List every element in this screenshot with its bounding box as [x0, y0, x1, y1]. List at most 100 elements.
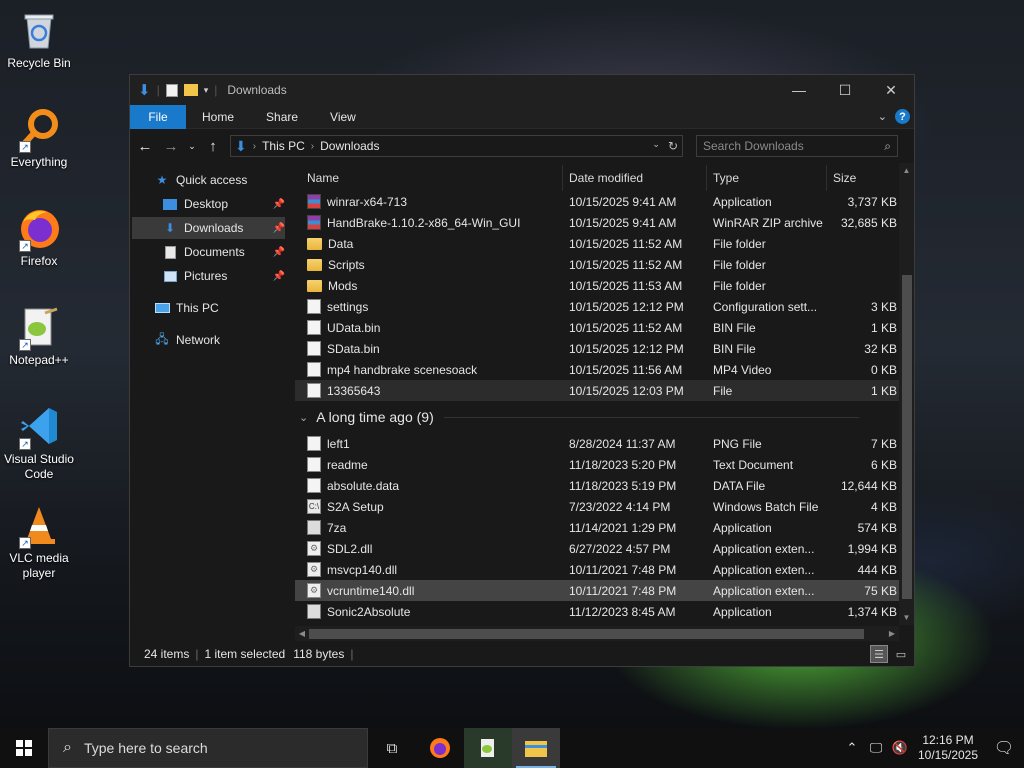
search-input[interactable]: Search Downloads [703, 139, 804, 153]
column-size[interactable]: Size [827, 165, 899, 191]
file-name-cell[interactable]: 7za [307, 517, 561, 538]
taskbar-search-input[interactable]: Type here to search [84, 740, 208, 756]
file-row[interactable]: Data 10/15/2025 11:52 AM File folder [295, 233, 899, 254]
refresh-icon[interactable]: ↻ [668, 139, 678, 153]
scroll-thumb[interactable] [902, 275, 912, 599]
file-row[interactable]: settings 10/15/2025 12:12 PM Configuration… [295, 296, 899, 317]
file-row[interactable]: Sonic2Absolute 11/12/2023 8:45 AM Applicat… [295, 601, 899, 622]
column-date-modified[interactable]: Date modified [563, 165, 707, 191]
start-button[interactable] [0, 728, 48, 768]
taskbar-search-box[interactable]: ⌕ Type here to search [48, 728, 368, 768]
tab-view[interactable]: View [314, 105, 372, 129]
scroll-down-arrow-icon[interactable]: ▼ [899, 610, 914, 625]
file-name-cell[interactable]: settings [307, 296, 561, 317]
notifications-icon[interactable]: 🗨 [984, 738, 1024, 758]
tab-home[interactable]: Home [186, 105, 250, 129]
nav-downloads[interactable]: ⬇ Downloads 📌 [132, 217, 285, 239]
file-name-cell[interactable]: 13365643 [307, 380, 561, 401]
file-name-cell[interactable]: UData.bin [307, 317, 561, 338]
details-view-icon[interactable]: ☰ [870, 645, 888, 663]
large-icons-view-icon[interactable]: ▭ [892, 645, 910, 663]
nav-desktop[interactable]: Desktop 📌 [162, 193, 285, 215]
nav-documents[interactable]: Documents 📌 [162, 241, 285, 263]
address-history-chevron-icon[interactable]: ⌄ [652, 139, 660, 153]
file-name-cell[interactable]: Mods [307, 275, 561, 296]
help-button[interactable]: ? [895, 109, 910, 124]
new-folder-icon[interactable] [183, 84, 198, 96]
file-row[interactable]: SData.bin 10/15/2025 12:12 PM BIN File 32 K… [295, 338, 899, 359]
file-name-cell[interactable]: C:\ S2A Setup [307, 496, 561, 517]
file-name-cell[interactable]: mp4 handbrake scenesoack [307, 359, 561, 380]
file-row[interactable]: ⚙ vcruntime140.dll 10/11/2021 7:48 PM Appli… [295, 580, 899, 601]
address-bar[interactable]: ⬇ › This PC › Downloads ⌄ ↻ [230, 135, 683, 157]
column-name[interactable]: Name [301, 165, 563, 191]
vertical-scrollbar[interactable]: ▲ ▼ [899, 163, 914, 625]
close-button[interactable]: ✕ [868, 75, 914, 105]
file-name-cell[interactable]: winrar-x64-713 [307, 191, 561, 212]
file-row[interactable]: mp4 handbrake scenesoack 10/15/2025 11:56… [295, 359, 899, 380]
breadcrumb-downloads[interactable]: Downloads [320, 139, 379, 153]
file-name-cell[interactable]: HandBrake-1.10.2-x86_64-Win_GUI [307, 212, 561, 233]
minimize-button[interactable]: — [776, 75, 822, 105]
desktop-icon-firefox[interactable]: ↗ Firefox [2, 206, 76, 269]
back-button[interactable]: ← [136, 138, 154, 155]
file-row[interactable]: HandBrake-1.10.2-x86_64-Win_GUI 10/15/202… [295, 212, 899, 233]
desktop-icon-notepadpp[interactable]: ↗ Notepad++ [2, 305, 76, 368]
taskbar-file-explorer[interactable] [512, 728, 560, 768]
file-row[interactable]: 7za 11/14/2021 1:29 PM Application 574 KB [295, 517, 899, 538]
show-hidden-icons-chevron-icon[interactable]: ⌃ [840, 740, 864, 756]
nav-this-pc[interactable]: This PC [154, 297, 285, 319]
maximize-button[interactable]: ☐ [822, 75, 868, 105]
file-name-cell[interactable]: ⚙ msvcp140.dll [307, 559, 561, 580]
up-button[interactable]: ↑ [204, 138, 222, 155]
tab-file[interactable]: File [130, 104, 186, 129]
file-name-cell[interactable]: left1 [307, 433, 561, 454]
expand-ribbon-chevron-icon[interactable]: ⌄ [878, 110, 887, 123]
tab-share[interactable]: Share [250, 105, 314, 129]
file-name-cell[interactable]: ⚙ SDL2.dll [307, 538, 561, 559]
nav-network[interactable]: 🖧 Network [154, 329, 285, 351]
nav-quick-access[interactable]: ★ Quick access [154, 169, 285, 191]
desktop-icon-vlc[interactable]: ↗ VLC media player [2, 503, 76, 581]
file-row[interactable]: C:\ S2A Setup 7/23/2022 4:14 PM Windows Bat… [295, 496, 899, 517]
scroll-left-arrow-icon[interactable]: ◀ [295, 626, 309, 641]
recent-locations-chevron-icon[interactable]: ⌄ [188, 141, 196, 152]
file-row[interactable]: ⚙ msvcp140.dll 10/11/2021 7:48 PM Applicati… [295, 559, 899, 580]
properties-icon[interactable] [165, 83, 178, 97]
nav-pictures[interactable]: Pictures 📌 [162, 265, 285, 287]
desktop-icon-recycle-bin[interactable]: Recycle Bin [2, 8, 76, 71]
desktop-icon-vscode[interactable]: ↗ Visual Studio Code [2, 404, 76, 482]
taskbar-notepadpp[interactable] [464, 728, 512, 768]
breadcrumb-separator-icon[interactable]: › [253, 141, 256, 152]
file-name-cell[interactable]: Scripts [307, 254, 561, 275]
search-box[interactable]: Search Downloads ⌕ [696, 135, 898, 157]
breadcrumb-separator-icon[interactable]: › [311, 141, 314, 152]
file-row[interactable]: Scripts 10/15/2025 11:52 AM File folder [295, 254, 899, 275]
file-row[interactable]: 13365643 10/15/2025 12:03 PM File 1 KB [295, 380, 899, 401]
breadcrumb-this-pc[interactable]: This PC [262, 139, 305, 153]
file-name-cell[interactable]: readme [307, 454, 561, 475]
file-row[interactable]: left1 8/28/2024 11:37 AM PNG File 7 KB [295, 433, 899, 454]
file-name-cell[interactable]: Sonic2Absolute [307, 601, 561, 622]
file-row[interactable]: Mods 10/15/2025 11:53 AM File folder [295, 275, 899, 296]
title-bar[interactable]: ⬇ | ▾ | Downloads — ☐ ✕ [130, 75, 914, 105]
file-name-cell[interactable]: SData.bin [307, 338, 561, 359]
volume-muted-icon[interactable]: 🔇 [888, 740, 912, 756]
desktop-icon-everything[interactable]: ↗ Everything [2, 107, 76, 170]
collapse-chevron-icon[interactable]: ⌄ [299, 411, 308, 424]
scroll-right-arrow-icon[interactable]: ▶ [885, 626, 899, 641]
customize-toolbar-icon[interactable]: ▾ [204, 85, 209, 96]
scroll-thumb[interactable] [309, 629, 864, 639]
file-row[interactable]: winrar-x64-713 10/15/2025 9:41 AM Applicat… [295, 191, 899, 212]
column-type[interactable]: Type [707, 165, 827, 191]
file-row[interactable]: ⚙ SDL2.dll 6/27/2022 4:57 PM Application ex… [295, 538, 899, 559]
clock[interactable]: 12:16 PM 10/15/2025 [912, 733, 984, 763]
task-view-button[interactable]: ⧉ [368, 728, 416, 768]
taskbar-firefox[interactable] [416, 728, 464, 768]
file-row[interactable]: UData.bin 10/15/2025 11:52 AM BIN File 1 KB [295, 317, 899, 338]
horizontal-scrollbar[interactable]: ◀ ▶ [295, 626, 899, 641]
forward-button[interactable]: → [162, 138, 180, 155]
network-status-icon[interactable]: 🖵 [864, 740, 888, 756]
file-name-cell[interactable]: absolute.data [307, 475, 561, 496]
scroll-up-arrow-icon[interactable]: ▲ [899, 163, 914, 178]
